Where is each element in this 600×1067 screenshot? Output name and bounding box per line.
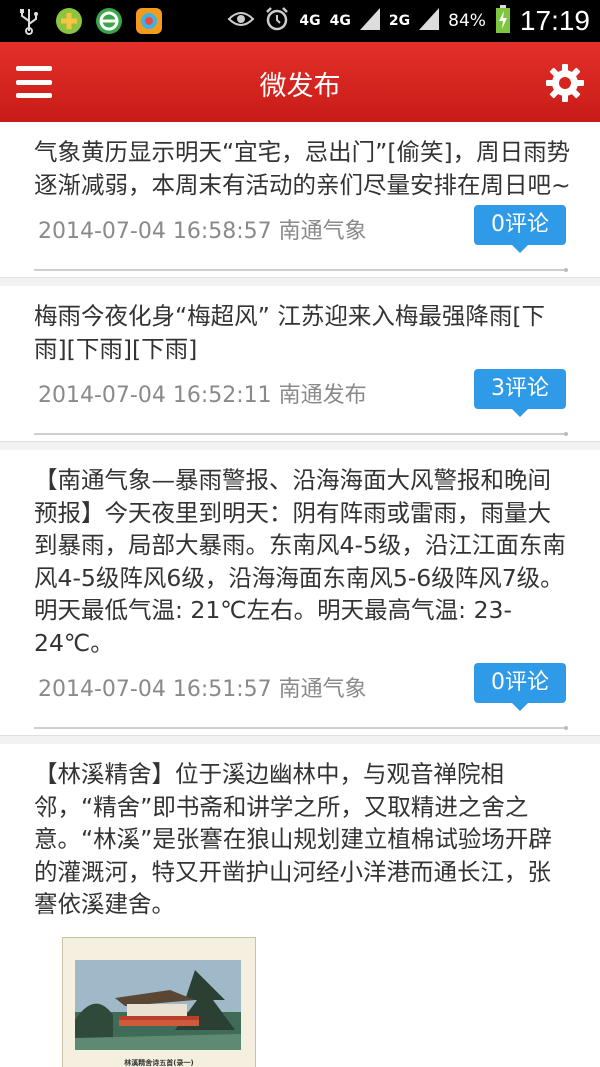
divider <box>34 726 568 730</box>
divider <box>34 268 568 272</box>
network-type-2: 4G <box>329 13 351 29</box>
signal-icon <box>419 7 440 35</box>
post-card[interactable]: 【南通气象—暴雨警报、沿海海面大风警报和晚间预报】今天夜里到明天：阴有阵雨或雷雨… <box>0 450 600 736</box>
usb-icon <box>14 6 44 36</box>
clock: 17:19 <box>519 5 590 36</box>
comment-button[interactable]: 0评论 <box>474 663 566 711</box>
signal-icon <box>359 7 380 35</box>
app-store-icon <box>134 6 164 36</box>
network-type-1: 4G <box>299 13 321 29</box>
post-meta: 2014-07-04 16:52:11 南通发布 <box>38 383 367 408</box>
post-card[interactable]: 气象黄历显示明天“宜宅，忌出门”[偷笑]，周日雨势逐渐减弱，本周末有活动的亲们尽… <box>0 122 600 278</box>
network-type-3: 2G <box>388 13 411 29</box>
alarm-icon <box>264 6 290 37</box>
battery-charging-icon <box>495 4 511 38</box>
post-text: 梅雨今夜化身“梅超风” 江苏迎来入梅最强降雨[下雨][下雨][下雨] <box>34 302 545 363</box>
post-text: 【林溪精舍】位于溪边幽林中，与观音禅院相邻，“精舍”即书斋和讲学之所，又取精进之… <box>34 760 552 918</box>
comment-button[interactable]: 3评论 <box>474 369 566 417</box>
battery-percent: 84% <box>448 11 486 31</box>
app-header: 微发布 <box>0 42 600 122</box>
post-meta: 2014-07-04 16:51:57 南通气象 <box>38 677 367 702</box>
plus-app-icon <box>54 6 84 36</box>
post-feed[interactable]: 气象黄历显示明天“宜宅，忌出门”[偷笑]，周日雨势逐渐减弱，本周末有活动的亲们尽… <box>0 122 600 1067</box>
post-text: 气象黄历显示明天“宜宅，忌出门”[偷笑]，周日雨势逐渐减弱，本周末有活动的亲们尽… <box>34 138 571 199</box>
status-bar: 4G 4G 2G 84% 17:19 <box>0 0 600 42</box>
post-text: 【南通气象—暴雨警报、沿海海面大风警报和晚间预报】今天夜里到明天：阴有阵雨或雷雨… <box>34 466 566 657</box>
divider <box>34 432 568 436</box>
post-card[interactable]: 【林溪精舍】位于溪边幽林中，与观音禅院相邻，“精舍”即书斋和讲学之所，又取精进之… <box>0 744 600 1067</box>
photo-pavilion <box>75 959 241 1050</box>
browser-app-icon <box>94 6 124 36</box>
page-title: 微发布 <box>259 71 341 102</box>
image-caption: 林溪精舍诗五首(录一) <box>124 1058 194 1067</box>
gear-icon[interactable] <box>544 62 586 104</box>
comment-button[interactable]: 0评论 <box>474 205 566 253</box>
post-card[interactable]: 梅雨今夜化身“梅超风” 江苏迎来入梅最强降雨[下雨][下雨][下雨] 2014-… <box>0 286 600 442</box>
post-image[interactable]: 林溪精舍诗五首(录一) · · · <box>62 936 256 1067</box>
eye-icon <box>227 10 255 33</box>
post-meta: 2014-07-04 16:58:57 南通气象 <box>38 219 367 244</box>
